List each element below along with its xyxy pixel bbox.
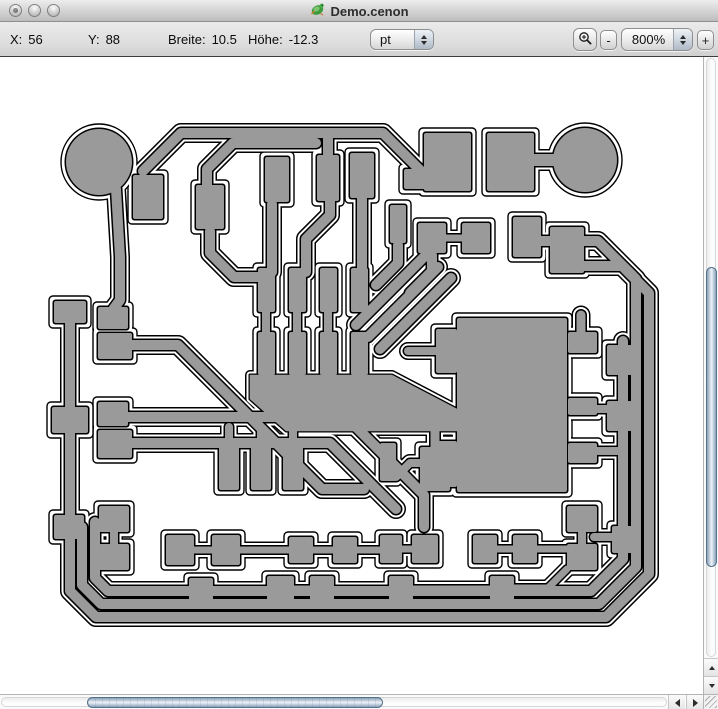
x-label: X: (10, 32, 22, 47)
arrow-left-icon (675, 699, 680, 707)
zoom-level-value: 800% (622, 32, 673, 47)
zoom-window-button[interactable] (47, 4, 60, 17)
x-value: 56 (28, 32, 42, 47)
minimize-button[interactable] (28, 4, 41, 17)
app-icon (309, 1, 325, 22)
x-coordinate-field: X: 56 (10, 32, 43, 47)
width-value: 10.5 (212, 32, 237, 47)
pcb-art (0, 57, 703, 694)
resize-grip[interactable] (703, 694, 718, 709)
drawing-canvas[interactable] (0, 57, 703, 694)
vertical-scrollbar[interactable] (703, 57, 718, 694)
horizontal-scrollbar[interactable] (0, 694, 703, 709)
window-title: Demo.cenon (330, 4, 408, 19)
width-field: Breite: 10.5 (168, 32, 237, 47)
y-label: Y: (88, 32, 100, 47)
unit-stepper-icon[interactable] (414, 30, 433, 49)
width-label: Breite: (168, 32, 206, 47)
title-bar[interactable]: Demo.cenon (0, 0, 718, 22)
arrow-down-icon (709, 684, 715, 688)
scroll-down-button[interactable] (704, 676, 718, 694)
height-value: -12.3 (289, 32, 319, 47)
coordinate-toolbar: X: 56 Y: 88 Breite: 10.5 Höhe: -12.3 pt (0, 22, 718, 57)
height-label: Höhe: (248, 32, 283, 47)
arrow-up-icon (709, 666, 715, 670)
horizontal-scrollbar-thumb[interactable] (87, 697, 383, 708)
close-button[interactable] (9, 4, 22, 17)
vertical-scrollbar-thumb[interactable] (706, 267, 717, 567)
app-window: Demo.cenon X: 56 Y: 88 Breite: 10.5 Höhe… (0, 0, 718, 709)
zoom-tool-button[interactable] (573, 28, 597, 51)
height-field: Höhe: -12.3 (248, 32, 318, 47)
scroll-left-button[interactable] (668, 695, 685, 709)
scroll-right-button[interactable] (686, 695, 703, 709)
zoom-level-popup[interactable]: 800% (621, 28, 693, 51)
scroll-up-button[interactable] (704, 658, 718, 676)
zoom-stepper-icon[interactable] (673, 29, 692, 50)
magnifier-plus-icon (578, 31, 593, 49)
zoom-in-button[interactable]: + (697, 30, 714, 50)
y-value: 88 (106, 32, 120, 47)
zoom-out-button[interactable]: - (600, 30, 617, 50)
unit-popup[interactable]: pt (370, 29, 434, 50)
unit-value: pt (371, 32, 414, 47)
y-coordinate-field: Y: 88 (88, 32, 120, 47)
arrow-right-icon (693, 699, 698, 707)
